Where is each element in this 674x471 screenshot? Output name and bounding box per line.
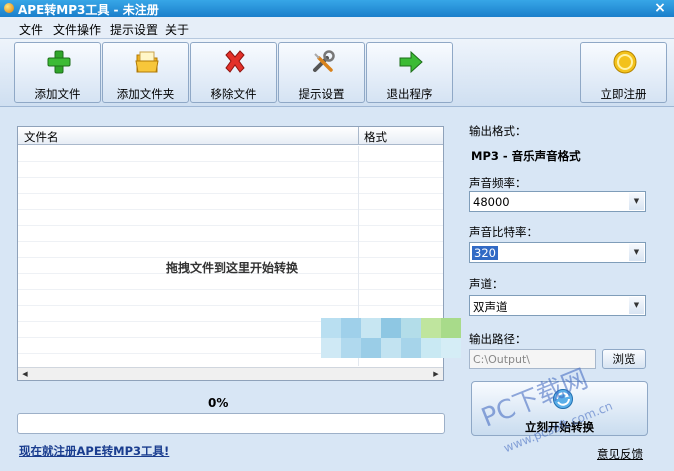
scroll-left-icon[interactable]: ◀ — [19, 369, 31, 380]
coin-icon — [613, 50, 637, 74]
channel-label: 声道： — [469, 277, 504, 291]
drop-hint: 拖拽文件到这里开始转换 — [166, 261, 299, 275]
bitrate-select[interactable]: 320 ▼ — [469, 242, 646, 263]
add-folder-button[interactable]: 添加文件夹 — [102, 42, 189, 103]
settings-button[interactable]: 提示设置 — [278, 42, 365, 103]
tools-icon — [313, 50, 335, 72]
progress-percent: 0% — [208, 396, 229, 410]
blurred-region — [321, 318, 461, 358]
output-format-value: MP3 - 音乐声音格式 — [471, 149, 581, 163]
output-path-label: 输出路径： — [469, 332, 527, 346]
exit-button[interactable]: 退出程序 — [366, 42, 453, 103]
menu-bar: 文件 文件操作 提示设置 关于 — [0, 17, 674, 39]
chevron-down-icon[interactable]: ▼ — [629, 193, 644, 210]
progress-bar — [17, 413, 445, 434]
add-file-button[interactable]: 添加文件 — [14, 42, 101, 103]
bitrate-value: 320 — [472, 246, 498, 260]
close-button[interactable]: × — [646, 0, 674, 17]
chevron-down-icon[interactable]: ▼ — [629, 244, 644, 261]
column-header-format[interactable]: 格式 — [364, 129, 387, 145]
remove-file-button[interactable]: 移除文件 — [190, 42, 277, 103]
sample-rate-select[interactable]: 48000 ▼ — [469, 191, 646, 212]
menu-prompt-settings[interactable]: 提示设置 — [110, 21, 158, 38]
output-path-value: C:\Output\ — [473, 353, 531, 366]
menu-file-operations[interactable]: 文件操作 — [53, 21, 101, 38]
sample-rate-value: 48000 — [473, 195, 510, 209]
remove-file-label: 移除文件 — [210, 87, 257, 101]
folder-icon — [135, 51, 159, 73]
plus-icon — [47, 50, 71, 74]
horizontal-scrollbar[interactable]: ◀ ▶ — [18, 367, 443, 380]
title-bar: APE转MP3工具 - 未注册 × — [0, 0, 674, 17]
output-format-label: 输出格式： — [469, 124, 527, 138]
channel-select[interactable]: 双声道 ▼ — [469, 295, 646, 316]
browse-button[interactable]: 浏览 — [602, 349, 646, 369]
menu-file[interactable]: 文件 — [19, 21, 43, 38]
menu-about[interactable]: 关于 — [165, 21, 189, 38]
add-folder-label: 添加文件夹 — [116, 87, 175, 101]
sample-rate-label: 声音频率： — [469, 176, 527, 190]
settings-label: 提示设置 — [298, 87, 345, 101]
register-label: 立即注册 — [600, 87, 647, 101]
column-divider[interactable] — [358, 127, 359, 145]
register-link[interactable]: 现在就注册APE转MP3工具! — [19, 443, 169, 459]
delete-x-icon — [225, 50, 245, 73]
register-button[interactable]: 立即注册 — [580, 42, 667, 103]
channel-value: 双声道 — [473, 300, 508, 314]
arrow-right-icon — [399, 50, 423, 74]
column-header-filename[interactable]: 文件名 — [24, 129, 59, 145]
toolbar: 添加文件 添加文件夹 移除文件 提示设置 退出程序 立即注册 — [0, 39, 674, 107]
file-list-header: 文件名 格式 — [18, 127, 443, 145]
chevron-down-icon[interactable]: ▼ — [629, 297, 644, 314]
feedback-link[interactable]: 意见反馈 — [597, 446, 643, 462]
add-file-label: 添加文件 — [34, 87, 81, 101]
exit-label: 退出程序 — [386, 87, 433, 101]
bitrate-label: 声音比特率： — [469, 225, 538, 239]
app-window: APE转MP3工具 - 未注册 × 文件 文件操作 提示设置 关于 添加文件 添… — [0, 0, 674, 471]
scroll-right-icon[interactable]: ▶ — [430, 369, 442, 380]
window-title: APE转MP3工具 - 未注册 — [18, 3, 159, 17]
app-logo-icon — [4, 3, 14, 13]
